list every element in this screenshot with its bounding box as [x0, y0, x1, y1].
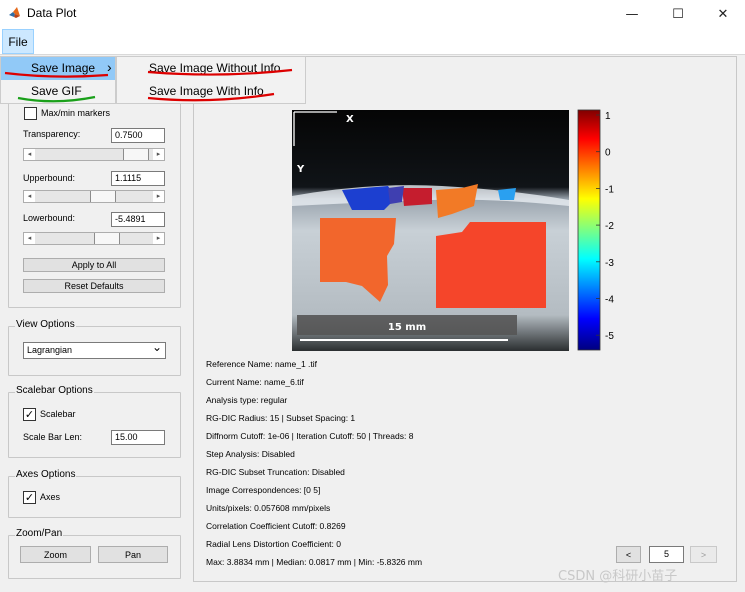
slider-right-arrow-icon[interactable]: ▸	[153, 191, 164, 202]
axes-checkbox[interactable]: ✓	[23, 491, 36, 504]
view-options-title: View Options	[15, 319, 76, 330]
colorbar-tick-label: -5	[605, 331, 614, 342]
slider-thumb[interactable]	[123, 149, 149, 160]
info-line: Current Name: name_6.tif	[206, 377, 304, 387]
scalebar-len-input[interactable]: 15.00	[111, 430, 165, 445]
red-underline-with-info	[147, 92, 275, 102]
apply-to-all-button[interactable]: Apply to All	[23, 258, 165, 272]
scalebar-text: 15 mm	[388, 322, 426, 333]
minimize-button[interactable]: —	[609, 0, 655, 28]
transparency-label: Transparency:	[23, 129, 81, 139]
slider-left-arrow-icon[interactable]: ◂	[24, 149, 35, 160]
colorbar: 1 0 -1 -2 -3 -4 -5	[577, 109, 614, 351]
displacement-region-red	[402, 188, 432, 206]
lowerbound-slider[interactable]: ◂ ▸	[23, 232, 165, 245]
axes-label: Axes	[40, 492, 61, 502]
slider-right-arrow-icon[interactable]: ▸	[153, 149, 164, 160]
scalebar-label: Scalebar	[40, 409, 76, 419]
dic-image-plot[interactable]: X Y 15 mm	[292, 110, 569, 351]
annotation-layer	[4, 68, 293, 103]
axes-options-title: Axes Options	[15, 469, 77, 480]
info-line: Step Analysis: Disabled	[206, 449, 295, 459]
colorbar-tick-label: -3	[605, 258, 614, 269]
scalebar-options-group: Scalebar Options	[8, 385, 181, 458]
watermark: CSDN @科研小苗子	[558, 569, 678, 584]
slider-right-arrow-icon[interactable]: ▸	[153, 233, 164, 244]
window-title: Data Plot	[27, 6, 77, 20]
info-line: Radial Lens Distortion Coefficient: 0	[206, 539, 341, 549]
transparency-slider[interactable]: ◂ ▸	[23, 148, 165, 161]
colorbar-tick-label: 1	[605, 111, 611, 122]
prev-image-button[interactable]: <	[616, 546, 641, 563]
reset-defaults-button[interactable]: Reset Defaults	[23, 279, 165, 293]
red-underline-without-info	[147, 68, 293, 76]
view-select-value: Lagrangian	[27, 345, 73, 355]
scalebar-len-label: Scale Bar Len:	[23, 432, 83, 442]
zoom-pan-title: Zoom/Pan	[15, 528, 64, 539]
colorbar-tick-label: -2	[605, 221, 614, 232]
maximize-button[interactable]: ☐	[655, 0, 701, 28]
colorbar-tick-label: -1	[605, 184, 614, 195]
slider-left-arrow-icon[interactable]: ◂	[24, 233, 35, 244]
menu-file[interactable]: File	[2, 29, 34, 54]
upperbound-slider[interactable]: ◂ ▸	[23, 190, 165, 203]
upperbound-label: Upperbound:	[23, 173, 76, 183]
slider-thumb[interactable]	[94, 233, 120, 244]
colorbar-gradient	[577, 109, 601, 351]
red-underline-save-image	[4, 71, 109, 78]
matlab-icon	[9, 7, 20, 18]
title-bar: Data Plot — ☐ ✕	[0, 0, 745, 28]
info-line: Diffnorm Cutoff: 1e-06 | Iteration Cutof…	[206, 431, 414, 441]
x-axis-label: X	[346, 114, 354, 125]
lowerbound-label: Lowerbound:	[23, 213, 76, 223]
displacement-region-purple	[388, 186, 404, 204]
upperbound-input[interactable]: 1.1115	[111, 171, 165, 186]
close-button[interactable]: ✕	[700, 0, 745, 28]
colorbar-tick-label: -4	[605, 295, 614, 306]
menu-bar: File	[0, 28, 745, 55]
scalebar-line	[300, 339, 508, 341]
info-line: Image Correspondences: [0 5]	[206, 485, 321, 495]
slider-left-arrow-icon[interactable]: ◂	[24, 191, 35, 202]
info-line: Max: 3.8834 mm | Median: 0.0817 mm | Min…	[206, 557, 423, 567]
info-line: Units/pixels: 0.057608 mm/pixels	[206, 503, 331, 513]
pan-button[interactable]: Pan	[98, 546, 168, 563]
displacement-region-right	[436, 222, 546, 308]
lowerbound-input[interactable]: -5.4891	[111, 212, 165, 227]
next-image-button[interactable]: >	[690, 546, 717, 563]
green-underline-save-gif	[17, 95, 96, 103]
info-line: Analysis type: regular	[206, 395, 288, 405]
displacement-region-cyan	[498, 188, 516, 200]
scalebar-checkbox[interactable]: ✓	[23, 408, 36, 421]
image-index-input[interactable]: 5	[649, 546, 684, 563]
scalebar-options-title: Scalebar Options	[15, 385, 94, 396]
info-line: RG-DIC Subset Truncation: Disabled	[206, 467, 345, 477]
info-line: RG-DIC Radius: 15 | Subset Spacing: 1	[206, 413, 356, 423]
info-line: Reference Name: name_1 .tif	[206, 359, 318, 369]
slider-thumb[interactable]	[90, 191, 116, 202]
left-panel: Max/min markers Transparency: 0.7500 ◂ ▸…	[0, 56, 190, 592]
info-line: Correlation Coefficient Cutoff: 0.8269	[206, 521, 346, 531]
zoom-button[interactable]: Zoom	[20, 546, 91, 563]
chevron-down-icon[interactable]: ⌄	[152, 340, 162, 355]
transparency-input[interactable]: 0.7500	[111, 128, 165, 143]
view-select[interactable]: Lagrangian ⌄	[23, 340, 166, 359]
y-axis-label: Y	[296, 164, 305, 175]
colorbar-tick-label: 0	[605, 148, 611, 159]
